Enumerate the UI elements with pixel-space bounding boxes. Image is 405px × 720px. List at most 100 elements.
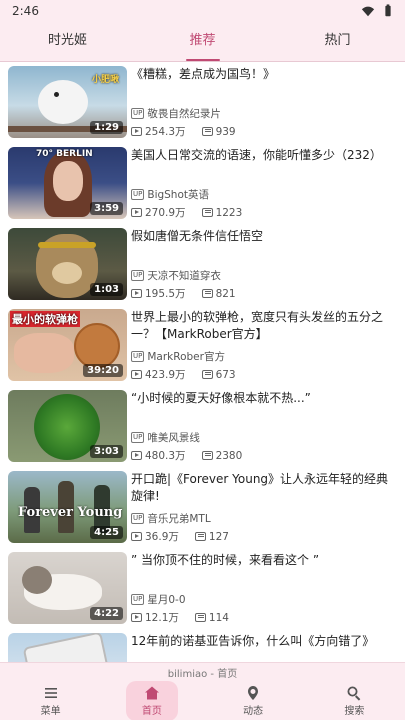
nav-search[interactable]: 搜索 xyxy=(304,679,405,719)
search-icon xyxy=(347,686,361,701)
uploader-name: BigShot英语 xyxy=(147,189,210,201)
video-item[interactable]: 最小的软弹枪 39:20 世界上最小的软弹枪，宽度只有头发丝的五分之一？【Mar… xyxy=(0,305,405,386)
nav-menu[interactable]: 菜单 xyxy=(0,679,101,719)
video-item[interactable]: 3:03 “小时候的夏天好像根本就不热...” UP 唯美风景线 480.3万 … xyxy=(0,386,405,467)
nav-home[interactable]: 首页 xyxy=(101,679,202,720)
video-duration: 39:20 xyxy=(83,364,123,377)
video-item[interactable]: 1:03 假如唐僧无条件信任悟空 UP 天凉不知道穿衣 195.5万 821 xyxy=(0,224,405,305)
status-time: 2:46 xyxy=(12,4,39,18)
uploader-name: MarkRober官方 xyxy=(147,351,225,363)
view-count: 195.5万 xyxy=(145,288,186,300)
page-title: bilimiao - 首页 xyxy=(167,669,238,680)
status-icons xyxy=(361,4,395,18)
video-title: 12年前的诺基亚告诉你，什么叫《方向错了》 xyxy=(131,634,375,648)
tab-timeline[interactable]: 时光姬 xyxy=(0,22,135,61)
coin-shape xyxy=(74,323,120,369)
nav-menu-label: 菜单 xyxy=(40,706,61,717)
bird-eye xyxy=(54,92,59,97)
play-count-icon xyxy=(131,370,142,379)
video-info: 世界上最小的软弹枪，宽度只有头发丝的五分之一？【MarkRober官方】 UP … xyxy=(131,309,395,381)
danmaku-count: 939 xyxy=(215,125,236,138)
video-thumbnail[interactable]: 70° BERLIN 3:59 xyxy=(8,147,127,219)
stats-row: 195.5万 821 xyxy=(131,286,236,301)
view-count: 12.1万 xyxy=(145,612,179,624)
video-info: “小时候的夏天好像根本就不热...” UP 唯美风景线 480.3万 2380 xyxy=(131,390,395,462)
stats-row: 480.3万 2380 xyxy=(131,448,242,463)
video-title: 世界上最小的软弹枪，宽度只有头发丝的五分之一？【MarkRober官方】 xyxy=(131,310,384,341)
bottom-navigation: bilimiao - 首页 菜单 首页 动态 搜索 xyxy=(0,662,405,720)
nav-feed[interactable]: 动态 xyxy=(203,679,304,719)
video-title: ” 当你顶不住的时候，来看看这个 ” xyxy=(131,553,320,567)
stats-row: 270.9万 1223 xyxy=(131,205,242,220)
uploader-name: 敬畏自然纪录片 xyxy=(147,108,221,120)
play-count-icon xyxy=(131,208,142,217)
video-item[interactable]: 4:22 ” 当你顶不住的时候，来看看这个 ” UP 星月0-0 12.1万 1… xyxy=(0,548,405,629)
up-icon: UP xyxy=(131,270,145,281)
video-thumbnail[interactable]: 4:22 xyxy=(8,552,127,624)
video-title: 美国人日常交流的语速，你能听懂多少（232） xyxy=(131,148,382,162)
uploader-name: 音乐兄弟MTL xyxy=(147,513,211,525)
play-count-icon xyxy=(131,127,142,136)
uploader-row[interactable]: UP 星月0-0 xyxy=(131,592,186,607)
nav-search-label: 搜索 xyxy=(344,706,365,717)
video-item[interactable]: 小肥啾 1:29 《糟糕，差点成为国鸟！》 UP 敬畏自然纪录片 254.3万 … xyxy=(0,62,405,143)
wifi-icon xyxy=(361,6,375,17)
video-thumbnail[interactable]: 最小的软弹枪 39:20 xyxy=(8,309,127,381)
uploader-row[interactable]: UP BigShot英语 xyxy=(131,187,209,202)
view-count: 36.9万 xyxy=(145,531,179,543)
uploader-row[interactable]: UP 敬畏自然纪录片 xyxy=(131,106,221,121)
phone-shape xyxy=(22,633,114,662)
view-count: 423.9万 xyxy=(145,369,186,381)
nav-home-label: 首页 xyxy=(141,706,162,717)
dog-head xyxy=(22,566,52,594)
video-thumbnail[interactable] xyxy=(8,633,127,662)
video-duration: 3:59 xyxy=(90,202,123,215)
stats-row: 12.1万 114 xyxy=(131,610,229,625)
video-thumbnail[interactable]: 3:03 xyxy=(8,390,127,462)
video-list[interactable]: 小肥啾 1:29 《糟糕，差点成为国鸟！》 UP 敬畏自然纪录片 254.3万 … xyxy=(0,62,405,662)
video-title: 《糟糕，差点成为国鸟！》 xyxy=(131,67,276,81)
finger-shape xyxy=(14,333,74,373)
video-thumbnail[interactable]: 1:03 xyxy=(8,228,127,300)
stats-row: 423.9万 673 xyxy=(131,367,236,382)
danmaku-count: 673 xyxy=(215,368,236,381)
uploader-row[interactable]: UP 唯美风景线 xyxy=(131,430,200,445)
play-count-icon xyxy=(131,289,142,298)
video-item[interactable]: Forever Young 4:25 开口跪|《Forever Young》让人… xyxy=(0,467,405,548)
danmaku-count: 821 xyxy=(215,287,236,300)
video-title: 开口跪|《Forever Young》让人永远年轻的经典旋律! xyxy=(131,472,389,503)
danmaku-count: 114 xyxy=(208,611,229,624)
video-duration: 1:03 xyxy=(90,283,123,296)
menu-icon xyxy=(44,688,57,698)
nav-feed-label: 动态 xyxy=(243,706,264,717)
stats-row: 254.3万 939 xyxy=(131,124,236,139)
video-thumbnail[interactable]: Forever Young 4:25 xyxy=(8,471,127,543)
stats-row: 36.9万 127 xyxy=(131,529,229,544)
up-icon: UP xyxy=(131,513,145,524)
home-icon xyxy=(144,686,159,700)
view-count: 254.3万 xyxy=(145,126,186,138)
play-count-icon xyxy=(131,532,142,541)
battery-icon xyxy=(385,4,391,17)
danmaku-count: 127 xyxy=(208,530,229,543)
tab-recommend[interactable]: 推荐 xyxy=(135,22,270,61)
danmaku-count: 1223 xyxy=(215,206,243,219)
view-count: 480.3万 xyxy=(145,450,186,462)
video-thumbnail[interactable]: 小肥啾 1:29 xyxy=(8,66,127,138)
up-icon: UP xyxy=(131,108,145,119)
video-item[interactable]: 12年前的诺基亚告诉你，什么叫《方向错了》 xyxy=(0,629,405,662)
danmaku-icon xyxy=(201,451,213,460)
video-title: “小时候的夏天好像根本就不热...” xyxy=(131,391,311,405)
up-icon: UP xyxy=(131,351,145,362)
danmaku-icon xyxy=(201,370,213,379)
uploader-row[interactable]: UP 天凉不知道穿衣 xyxy=(131,268,221,283)
uploader-name: 天凉不知道穿衣 xyxy=(147,270,221,282)
video-item[interactable]: 70° BERLIN 3:59 美国人日常交流的语速，你能听懂多少（232） U… xyxy=(0,143,405,224)
uploader-row[interactable]: UP MarkRober官方 xyxy=(131,349,225,364)
uploader-row[interactable]: UP 音乐兄弟MTL xyxy=(131,511,211,526)
view-count: 270.9万 xyxy=(145,207,186,219)
tab-popular[interactable]: 热门 xyxy=(270,22,405,61)
video-info: 12年前的诺基亚告诉你，什么叫《方向错了》 xyxy=(131,633,395,662)
thumbnail-caption: 70° BERLIN xyxy=(36,149,93,159)
up-icon: UP xyxy=(131,189,145,200)
